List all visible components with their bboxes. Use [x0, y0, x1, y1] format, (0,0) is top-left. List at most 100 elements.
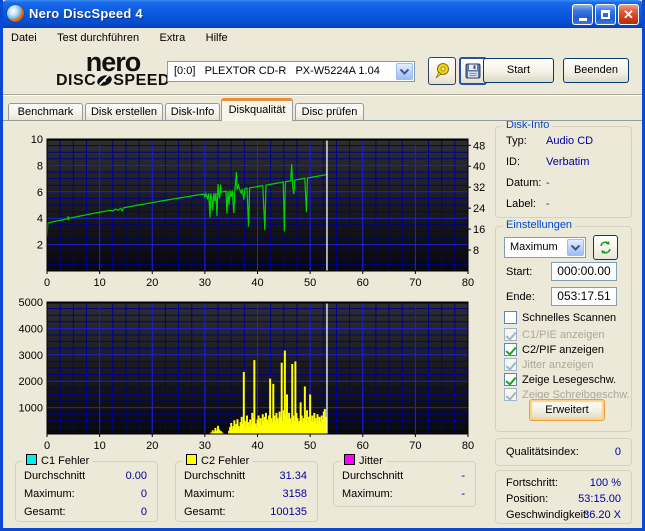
- svg-text:16: 16: [473, 224, 485, 236]
- tab-diskqualitaet[interactable]: Diskqualität: [221, 98, 293, 121]
- end-field-label: Ende:: [506, 291, 535, 303]
- position-value: 53:15.00: [578, 493, 621, 505]
- c1-total-label: Gesamt:: [24, 506, 66, 518]
- advanced-button[interactable]: Erweitert: [529, 399, 605, 421]
- svg-text:1000: 1000: [19, 403, 43, 415]
- start-button[interactable]: Start: [483, 58, 554, 83]
- drive-select-value: [0:0] PLEXTOR CD-R PX-W5224A 1.04: [174, 65, 380, 77]
- svg-text:0: 0: [44, 277, 50, 288]
- c2-total-label: Gesamt:: [184, 506, 226, 518]
- c1-panel-title: C1 Fehler: [23, 454, 93, 467]
- jitter-panel-title: Jitter: [341, 454, 386, 467]
- close-icon: ✕: [623, 6, 634, 22]
- checkbox-icon: [504, 311, 517, 324]
- chevron-down-icon[interactable]: [396, 63, 413, 80]
- disk-info-label: ID:: [506, 156, 521, 168]
- svg-text:48: 48: [473, 140, 485, 152]
- end-field[interactable]: 053:17.51: [551, 287, 617, 306]
- c2-max-value: 3158: [282, 488, 307, 500]
- svg-text:10: 10: [31, 134, 43, 146]
- c2-error-chart: 5000 4000 3000 2000 1000 0 10 20 30 40 50 60 70 80: [19, 297, 475, 451]
- settings-title: Einstellungen: [503, 219, 576, 231]
- settings-group: Einstellungen Maximum Start: 000:00.00 E…: [495, 219, 632, 432]
- svg-text:20: 20: [146, 277, 158, 288]
- tab-disk-info[interactable]: Disk-Info: [165, 103, 220, 120]
- svg-text:80: 80: [462, 440, 474, 451]
- speed-select[interactable]: Maximum: [504, 237, 586, 258]
- app-window: Nero DiscSpeed 4 ✕ Datei Test durchführe…: [0, 0, 645, 531]
- c2-avg-label: Durchschnitt: [184, 470, 246, 482]
- checkbox-icon: [504, 373, 517, 386]
- menu-hilfe[interactable]: Hilfe: [198, 29, 236, 44]
- tab-disk-erstellen[interactable]: Disk erstellen: [85, 103, 163, 120]
- disk-info-value: -: [546, 177, 550, 189]
- c1-max-label: Maximum:: [24, 488, 75, 500]
- svg-text:2: 2: [37, 240, 43, 252]
- svg-text:20: 20: [146, 440, 158, 451]
- start-field[interactable]: 000:00.00: [551, 262, 617, 281]
- svg-text:3000: 3000: [19, 350, 43, 362]
- toolbar: nero DISC SPEED [0:0] PLEXTOR CD-R PX-W52…: [3, 48, 642, 95]
- c1-error-panel: C1 Fehler Durchschnitt 0.00 Maximum: 0 G…: [15, 454, 158, 522]
- speed-quality-chart: 108642484032241680 10 20 30 40 50 60 70 80: [31, 134, 486, 288]
- c1-avg-value: 0.00: [125, 470, 147, 482]
- minimize-icon: [578, 17, 587, 21]
- c2-total-value: 100135: [270, 506, 307, 518]
- refresh-icon: [600, 241, 611, 254]
- menu-datei[interactable]: Datei: [3, 29, 45, 44]
- progress-value: 100 %: [589, 477, 621, 489]
- speed-label: Geschwindigkeit:: [506, 509, 590, 521]
- checkbox-icon: [504, 388, 517, 401]
- disk-info-group: Disk-Info Typ: Audio CD ID: Verbatim Dat…: [495, 119, 632, 218]
- c1-total-value: 0: [140, 506, 147, 518]
- disk-info-value: -: [546, 198, 550, 210]
- maximize-icon: [601, 10, 610, 19]
- window-title: Nero DiscSpeed 4: [29, 6, 143, 21]
- jitter-avg-label: Durchschnitt: [342, 470, 404, 482]
- menu-test-durchfuehren[interactable]: Test durchführen: [49, 29, 147, 44]
- svg-text:6: 6: [37, 187, 43, 199]
- chevron-down-icon[interactable]: [567, 239, 584, 256]
- jitter-panel: Jitter Durchschnitt - Maximum: -: [333, 454, 476, 507]
- tab-strip-line: [3, 120, 642, 121]
- disk-info-value: Audio CD: [546, 135, 594, 147]
- maximize-button[interactable]: [595, 4, 616, 25]
- tab-disc-pruefen[interactable]: Disc prüfen: [295, 103, 364, 120]
- c2-panel-title: C2 Fehler: [183, 454, 253, 467]
- drive-select[interactable]: [0:0] PLEXTOR CD-R PX-W5224A 1.04: [167, 61, 415, 82]
- c2-avg-value: 31.34: [279, 470, 307, 482]
- speed-select-value: Maximum: [510, 241, 558, 253]
- jitter-avg-value: -: [461, 470, 465, 482]
- svg-text:40: 40: [251, 277, 263, 288]
- svg-text:70: 70: [409, 440, 421, 451]
- close-button[interactable]: ✕: [618, 4, 639, 25]
- svg-text:4000: 4000: [19, 323, 43, 335]
- svg-text:30: 30: [199, 440, 211, 451]
- jitter-legend-swatch-icon: [344, 454, 355, 465]
- progress-group: Fortschritt: 100 % Position: 53:15.00 Ge…: [495, 470, 632, 524]
- quit-button[interactable]: Beenden: [563, 58, 629, 83]
- minimize-button[interactable]: [572, 4, 593, 25]
- start-field-label: Start:: [506, 266, 533, 278]
- disk-info-value: Verbatim: [546, 156, 590, 168]
- options-button[interactable]: [428, 57, 456, 85]
- options-icon: [435, 63, 449, 79]
- c1-avg-label: Durchschnitt: [24, 470, 86, 482]
- title-bar[interactable]: Nero DiscSpeed 4 ✕: [0, 0, 645, 28]
- tab-benchmark[interactable]: Benchmark: [8, 103, 83, 120]
- svg-text:60: 60: [357, 440, 369, 451]
- refresh-button[interactable]: [593, 235, 618, 260]
- app-icon: [7, 5, 24, 22]
- svg-text:5000: 5000: [19, 297, 43, 309]
- svg-text:80: 80: [462, 277, 474, 288]
- quality-index-group: Qualitätsindex: 0: [495, 438, 632, 466]
- svg-text:30: 30: [199, 277, 211, 288]
- menu-extra[interactable]: Extra: [152, 29, 194, 44]
- svg-text:40: 40: [473, 161, 485, 173]
- menu-bar: Datei Test durchführen Extra Hilfe: [3, 28, 642, 48]
- disk-info-label: Datum:: [506, 177, 542, 189]
- disk-info-label: Label:: [506, 198, 536, 210]
- svg-text:24: 24: [473, 203, 485, 215]
- checkbox-icon: [504, 328, 517, 341]
- position-label: Position:: [506, 493, 549, 505]
